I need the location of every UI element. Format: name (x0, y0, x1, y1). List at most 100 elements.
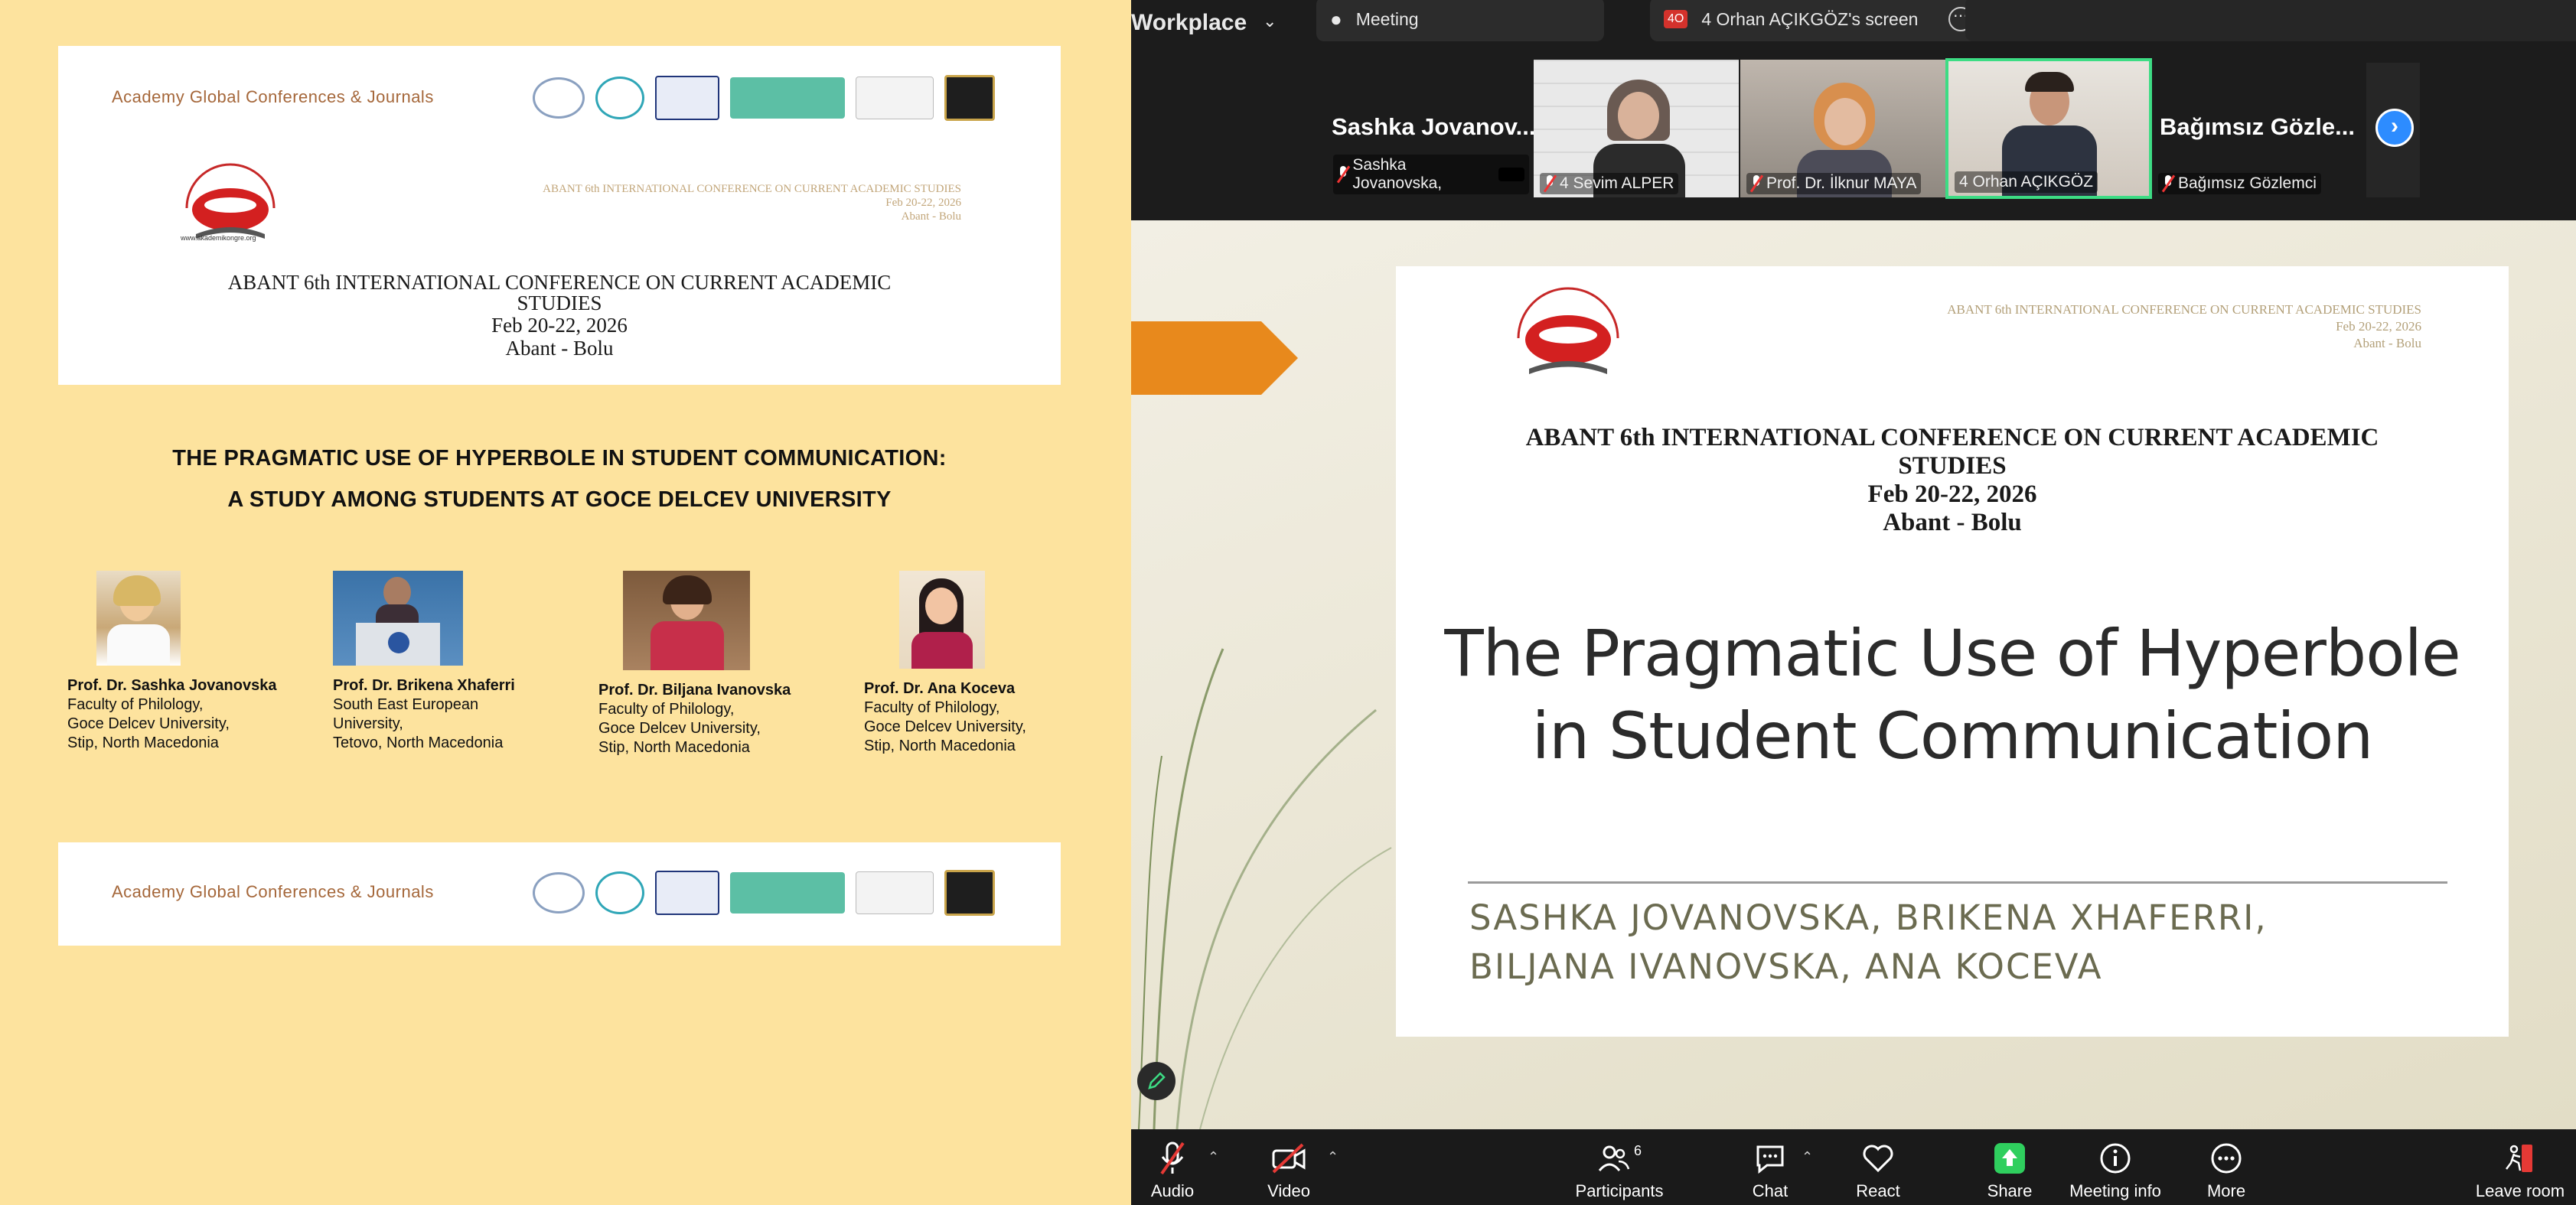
poster-header-banner: Academy Global Conferences & Journals ww… (58, 46, 1061, 385)
screen-share-badge: 4O (1664, 10, 1688, 28)
presentation-slide: ABANT 6th INTERNATIONAL CONFERENCE ON CU… (1396, 266, 2509, 1037)
publisher-name: Academy Global Conferences & Journals (112, 87, 434, 106)
audio-button[interactable]: Audio (1142, 1138, 1203, 1201)
mini-conference-info: ABANT 6th INTERNATIONAL CONFERENCE ON CU… (487, 182, 961, 223)
author-photo (96, 571, 181, 666)
slide-conference-title-cont: STUDIES (1898, 452, 2007, 480)
participant-label: 4 Sevim ALPER (1540, 173, 1679, 194)
participants-label: Participants (1575, 1181, 1664, 1200)
author-photo (623, 571, 750, 670)
crest-logo-icon (944, 870, 995, 916)
slide-mini-info: ABANT 6th INTERNATIONAL CONFERENCE ON CU… (1947, 301, 2421, 352)
author-photo (333, 571, 463, 666)
participants-icon: 6 (1573, 1138, 1665, 1178)
conference-date: Feb 20-22, 2026 (491, 314, 628, 337)
tab-meeting-label: Meeting (1355, 8, 1419, 29)
shared-screen-stage: ABANT 6th INTERNATIONAL CONFERENCE ON CU… (1131, 220, 2576, 1129)
chat-options-caret-icon[interactable]: ⌃ (1802, 1149, 1813, 1165)
slide-conference-date: Feb 20-22, 2026 (1867, 480, 2037, 508)
video-meeting-window: Workplace ⌄ ● Meeting 4O 4 Orhan AÇIKGÖZ… (1131, 0, 2576, 1205)
author-name: Prof. Dr. Biljana Ivanovska (598, 682, 791, 699)
audio-label: Audio (1150, 1181, 1195, 1200)
participants-count: 6 (1633, 1142, 1642, 1158)
seal-url: www.akademikongre.org (181, 234, 256, 242)
more-icon (2199, 1138, 2253, 1178)
chevron-down-icon[interactable]: ⌄ (1263, 0, 1277, 43)
meeting-info-label: Meeting info (2069, 1181, 2161, 1200)
video-options-caret-icon[interactable]: ⌃ (1327, 1149, 1339, 1165)
conference-title: ABANT 6th INTERNATIONAL CONFERENCE ON CU… (227, 271, 892, 294)
participant-tile[interactable]: 4 Sevim ALPER (1534, 60, 1739, 197)
academy-logo-icon (856, 77, 934, 119)
academy-logo-icon (856, 871, 934, 914)
leave-room-button[interactable]: Leave room (2470, 1138, 2570, 1201)
author-name: Prof. Dr. Brikena Xhaferri (333, 677, 515, 694)
mic-muted-icon (1338, 166, 1348, 183)
participant-label: Sashka Jovanovska, (1333, 155, 1529, 194)
video-button[interactable]: Video (1258, 1138, 1319, 1201)
meeting-info-button[interactable]: Meeting info (2062, 1138, 2169, 1201)
participant-name: 4 Orhan AÇIKGÖZ (1959, 173, 2094, 191)
participants-button[interactable]: 6 Participants (1573, 1138, 1665, 1201)
slide-mini-date: Feb 20-22, 2026 (2336, 319, 2421, 334)
more-label: More (2206, 1181, 2246, 1200)
participant-tile[interactable]: Prof. Dr. İlknur MAYA (1740, 60, 1945, 197)
decorative-grass-icon (1131, 321, 1392, 1129)
redacted-block (1498, 168, 1524, 181)
react-button[interactable]: React (1847, 1138, 1909, 1201)
chat-label: Chat (1752, 1181, 1789, 1200)
tab-meeting[interactable]: ● Meeting (1316, 0, 1604, 41)
institute-logo-icon (595, 871, 644, 914)
annotate-pen-icon[interactable] (1137, 1062, 1176, 1100)
share-screen-icon (1987, 1138, 2033, 1178)
share-button[interactable]: Share (1987, 1138, 2033, 1201)
participants-strip: Sashka Jovanov... Sashka Jovanovska, 4 S… (1131, 43, 2576, 220)
participant-tile[interactable]: Sashka Jovanovska, (1327, 60, 1529, 197)
participant-name: Bağımsız Gözlemci (2178, 174, 2317, 192)
conference-title-block: ABANT 6th INTERNATIONAL CONFERENCE ON CU… (58, 272, 1061, 360)
participant-tile-active[interactable]: 4 Orhan AÇIKGÖZ (1945, 58, 2152, 199)
author-name: Prof. Dr. Sashka Jovanovska (67, 677, 277, 694)
journal-logo-icon (533, 872, 585, 914)
slide-conference-place: Abant - Bolu (1883, 509, 2022, 536)
mic-muted-icon (1544, 175, 1555, 192)
slide-divider (1468, 881, 2447, 884)
tab-screen-share[interactable]: 4O 4 Orhan AÇIKGÖZ's screen ⋯ (1650, 0, 1987, 41)
mini-conf-title: ABANT 6th INTERNATIONAL CONFERENCE ON CU… (543, 183, 961, 195)
publisher-name: Academy Global Conferences & Journals (112, 882, 434, 901)
conference-poster: Academy Global Conferences & Journals ww… (0, 0, 1131, 1205)
paper-title-line2: A STUDY AMONG STUDENTS AT GOCE DELCEV UN… (227, 487, 892, 512)
mic-muted-icon (1751, 175, 1762, 192)
conference-place: Abant - Bolu (505, 337, 614, 360)
mic-muted-icon (2163, 175, 2173, 192)
participant-name: 4 Sevim ALPER (1560, 174, 1674, 192)
mic-off-icon (1142, 1138, 1203, 1178)
app-title: Workplace (1131, 10, 1247, 35)
participant-label: Prof. Dr. İlknur MAYA (1746, 173, 1922, 194)
more-button[interactable]: More (2199, 1138, 2253, 1201)
mini-conf-date: Feb 20-22, 2026 (885, 197, 961, 209)
participant-tile[interactable]: Bağımsız Gözlemci (2152, 60, 2343, 197)
author-card: Prof. Dr. Brikena Xhaferri South East Eu… (333, 571, 593, 753)
author-photo (899, 571, 985, 669)
slide-conference-title: ABANT 6th INTERNATIONAL CONFERENCE ON CU… (1525, 424, 2379, 451)
crest-logo-icon (944, 75, 995, 121)
participant-label: 4 Orhan AÇIKGÖZ (1955, 171, 2098, 193)
video-off-icon (1258, 1138, 1319, 1178)
chat-button[interactable]: Chat (1743, 1138, 1797, 1201)
author-affiliation: Faculty of Philology, Goce Delcev Univer… (598, 701, 761, 756)
author-affiliation: Faculty of Philology, Goce Delcev Univer… (864, 699, 1026, 754)
author-name: Prof. Dr. Ana Koceva (864, 680, 1016, 697)
slide-authors-line2: BILJANA IVANOVSKA, ANA KOCEVA (1469, 946, 2103, 987)
journal-logo-icon (533, 77, 585, 119)
author-affiliation: South East European University, Tetovo, … (333, 696, 504, 751)
leave-room-label: Leave room (2475, 1181, 2565, 1200)
meeting-top-bar: Workplace ⌄ ● Meeting 4O 4 Orhan AÇIKGÖZ… (1131, 0, 2576, 43)
audio-options-caret-icon[interactable]: ⌃ (1208, 1149, 1219, 1165)
international-logo-icon (730, 872, 845, 914)
slide-mini-place: Abant - Bolu (2353, 336, 2421, 350)
slide-title-line2: in Student Communication (1531, 699, 2374, 773)
next-participants-chevron-icon[interactable]: › (2375, 109, 2414, 147)
author-card: Prof. Dr. Biljana Ivanovska Faculty of P… (598, 571, 859, 757)
share-label: Share (1987, 1181, 2033, 1200)
